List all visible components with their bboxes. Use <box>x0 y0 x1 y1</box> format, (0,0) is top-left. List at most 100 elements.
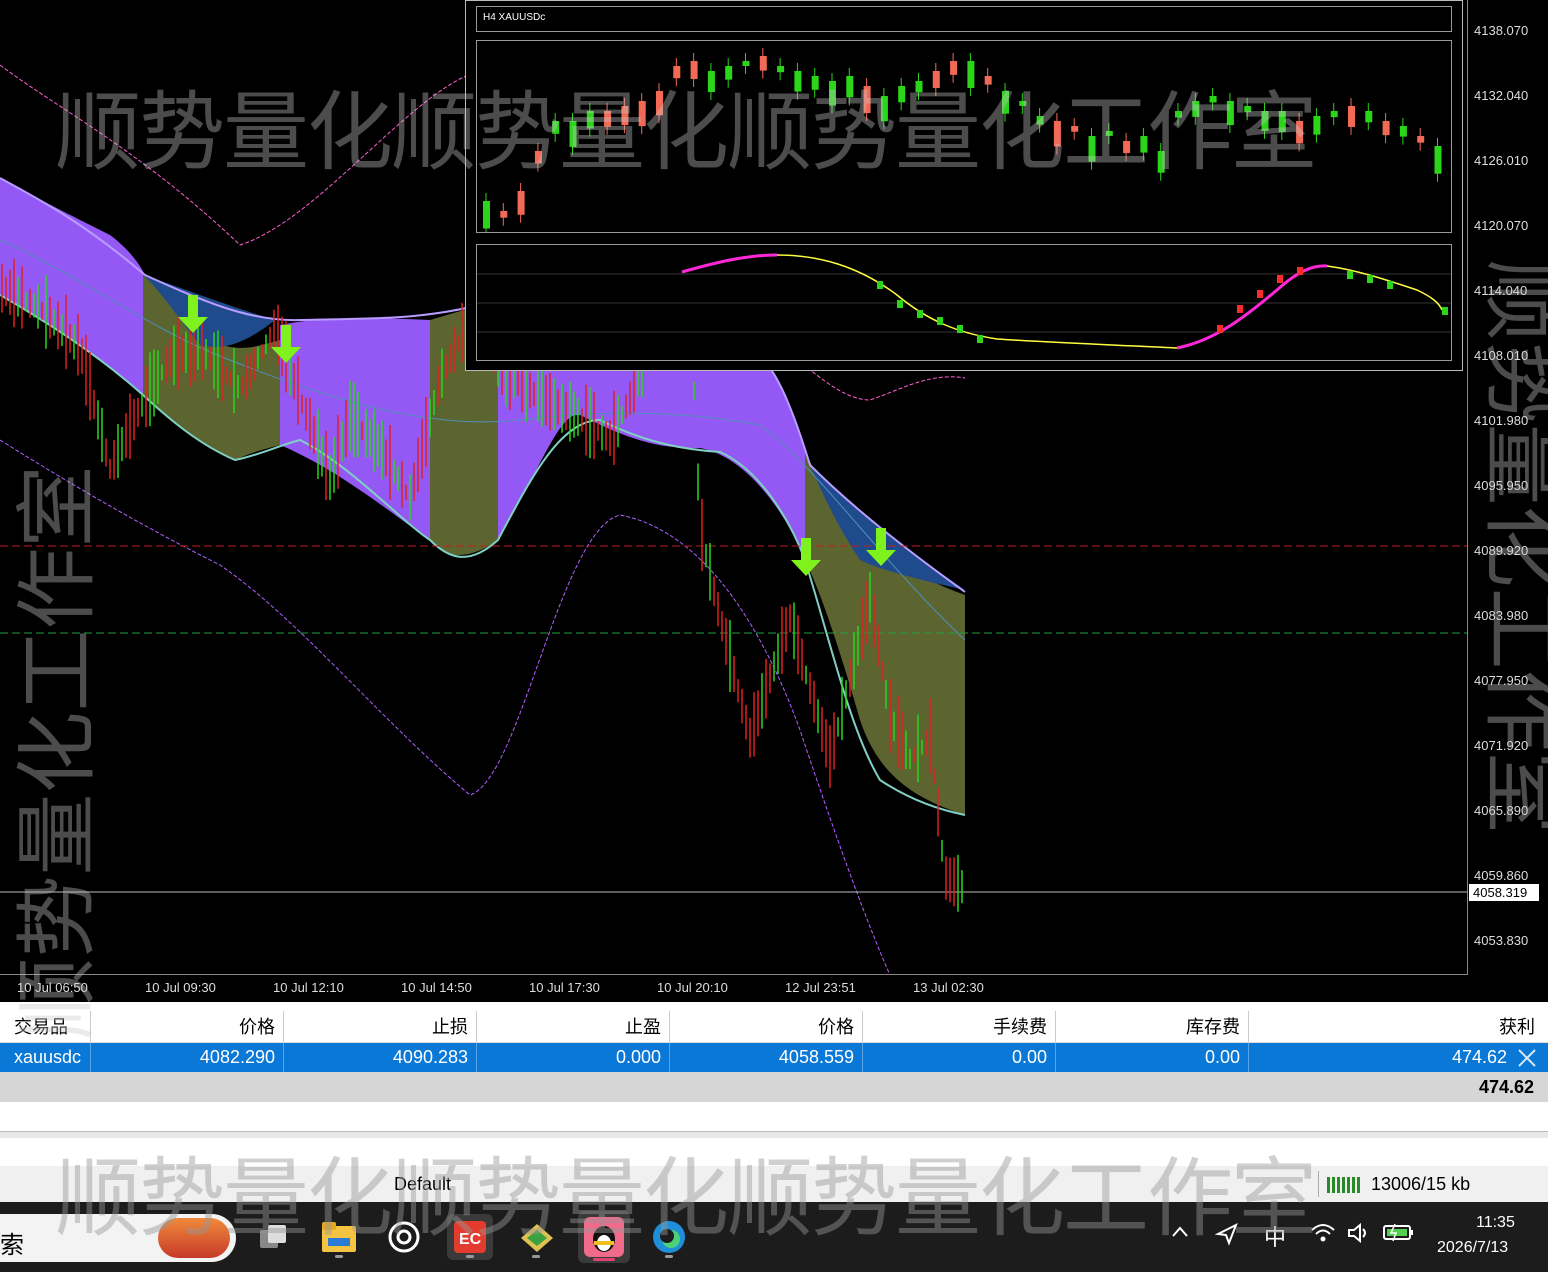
search-text: 索 <box>0 1232 24 1259</box>
osc-marker <box>877 281 883 289</box>
inset-candle-body <box>829 81 836 106</box>
ime-indicator[interactable]: 中 <box>1264 1220 1286 1252</box>
search-box[interactable]: 索 <box>0 1214 236 1262</box>
tray-overflow-icon[interactable] <box>1170 1222 1190 1248</box>
price-tick: 4059.860 <box>1474 868 1529 883</box>
inset-candle-body <box>1417 136 1425 143</box>
inset-candle-body <box>759 56 767 71</box>
cloud-bottom-label: 4065.490 <box>970 805 1037 822</box>
cell-take-profit[interactable]: 0.000 <box>477 1043 670 1072</box>
time-tick: 10 Jul 06:50 <box>17 980 88 995</box>
location-icon[interactable] <box>1214 1222 1239 1252</box>
connection-status[interactable]: 13006/15 kb <box>1318 1171 1470 1197</box>
running-indicator <box>466 1255 474 1258</box>
osc-marker <box>957 325 963 333</box>
inset-candle-body <box>1278 111 1286 132</box>
clock-date[interactable]: 2026/7/13 <box>1437 1239 1508 1257</box>
time-axis[interactable]: 10 Jul 06:50 10 Jul 09:30 10 Jul 12:10 1… <box>0 975 1548 1002</box>
h4-inset-chart[interactable]: H4 XAUUSDc <box>465 0 1463 371</box>
inset-candle-body <box>950 61 958 75</box>
inset-candle-body <box>984 76 992 85</box>
inset-candle-body <box>500 211 508 218</box>
time-tick: 13 Jul 02:30 <box>913 980 984 995</box>
col-commission[interactable]: 手续费 <box>863 1011 1056 1043</box>
inset-candle-body <box>880 96 888 122</box>
col-profit[interactable]: 获利 <box>1249 1011 1545 1043</box>
inset-candle-body <box>1348 106 1355 127</box>
time-tick: 10 Jul 09:30 <box>145 980 216 995</box>
windows-taskbar: 索 EC 中 11:35 2026/7/13 <box>0 1202 1548 1272</box>
inset-candle-body <box>915 81 923 93</box>
inset-candle-body <box>1036 116 1044 125</box>
price-tick: 4077.950 <box>1474 673 1529 688</box>
cell-symbol: xauusdc <box>0 1043 91 1072</box>
price-tick: 4114.040 <box>1474 283 1528 298</box>
volume-icon[interactable] <box>1347 1222 1371 1250</box>
time-tick: 10 Jul 14:50 <box>401 980 472 995</box>
total-profit: 474.62 <box>1478 1077 1534 1097</box>
main-chart[interactable]: 4105.281 4085.723 4065.490 H4 XAUUSDc <box>0 0 1468 975</box>
edge-icon[interactable] <box>646 1214 692 1260</box>
table-row[interactable]: xauusdc 4082.290 4090.283 0.000 4058.559… <box>0 1043 1548 1072</box>
task-view-icon[interactable] <box>250 1214 296 1260</box>
osc-marker <box>1277 275 1283 283</box>
inset-oscillator-panel <box>476 244 1452 361</box>
close-position-icon[interactable] <box>1516 1047 1538 1069</box>
wifi-icon[interactable] <box>1310 1222 1336 1250</box>
inset-candle-body <box>1157 151 1165 173</box>
col-open-price[interactable]: 价格 <box>91 1011 284 1043</box>
price-axis[interactable]: 4138.070 4132.040 4126.010 4120.070 4114.040… <box>1468 0 1548 975</box>
sticky-app-icon[interactable] <box>513 1214 559 1260</box>
inset-title-bar: H4 XAUUSDc <box>476 6 1452 32</box>
price-tick: 4120.070 <box>1474 218 1529 233</box>
price-tick: 4126.010 <box>1474 153 1529 168</box>
cell-commission: 0.00 <box>863 1043 1056 1072</box>
inset-candle-body <box>1123 141 1131 154</box>
cell-open-price: 4082.290 <box>91 1043 284 1072</box>
col-take-profit[interactable]: 止盈 <box>477 1011 670 1043</box>
price-tick: 4108.010 <box>1474 348 1529 363</box>
inset-candle-body <box>811 76 819 90</box>
running-indicator <box>335 1255 343 1258</box>
running-indicator <box>665 1255 673 1258</box>
col-swap[interactable]: 库存费 <box>1056 1011 1249 1043</box>
chatgpt-icon[interactable] <box>381 1214 427 1260</box>
osc-line-up <box>1176 264 1328 350</box>
col-stop-loss[interactable]: 止损 <box>284 1011 477 1043</box>
osc-marker <box>917 310 923 318</box>
clock-time[interactable]: 11:35 <box>1476 1214 1515 1232</box>
inset-candle-body <box>1140 136 1148 153</box>
price-tick: 4089.920 <box>1474 543 1529 558</box>
inset-candle-body <box>604 111 612 127</box>
search-highlight-image <box>158 1218 230 1258</box>
cell-swap: 0.00 <box>1056 1043 1249 1072</box>
inset-candle-body <box>1382 121 1390 136</box>
qq-icon[interactable] <box>578 1211 630 1263</box>
inset-candle-body <box>621 106 629 126</box>
battery-charging-icon[interactable] <box>1383 1222 1415 1248</box>
profile-name[interactable]: Default <box>394 1174 451 1195</box>
osc-marker <box>1297 267 1303 275</box>
inset-candle-body <box>967 61 975 88</box>
inset-candle-body <box>1244 106 1252 113</box>
inset-oscillator-canvas <box>477 253 1451 350</box>
connection-bars-icon <box>1327 1177 1360 1193</box>
inset-candle-body <box>863 86 871 114</box>
inset-candle-body <box>1434 146 1442 174</box>
file-explorer-icon[interactable] <box>316 1214 362 1260</box>
mt-terminal-window: 4105.281 4085.723 4065.490 H4 XAUUSDc 41… <box>0 0 1548 1272</box>
osc-marker <box>1387 281 1393 289</box>
ec-app-icon[interactable]: EC <box>447 1214 493 1260</box>
inset-candle-body <box>534 151 542 164</box>
inset-candle-body <box>1053 121 1061 147</box>
inset-price-panel <box>476 40 1452 237</box>
cell-stop-loss[interactable]: 4090.283 <box>284 1043 477 1072</box>
osc-marker <box>977 335 983 343</box>
price-tick: 4083.980 <box>1474 608 1529 623</box>
terminal-tabs-strip[interactable] <box>0 1131 1548 1138</box>
col-symbol[interactable]: 交易品种 <box>0 1011 91 1069</box>
osc-marker <box>1217 325 1223 333</box>
osc-marker <box>897 300 903 308</box>
inset-candle-body <box>517 191 525 215</box>
col-current-price[interactable]: 价格 <box>670 1011 863 1043</box>
